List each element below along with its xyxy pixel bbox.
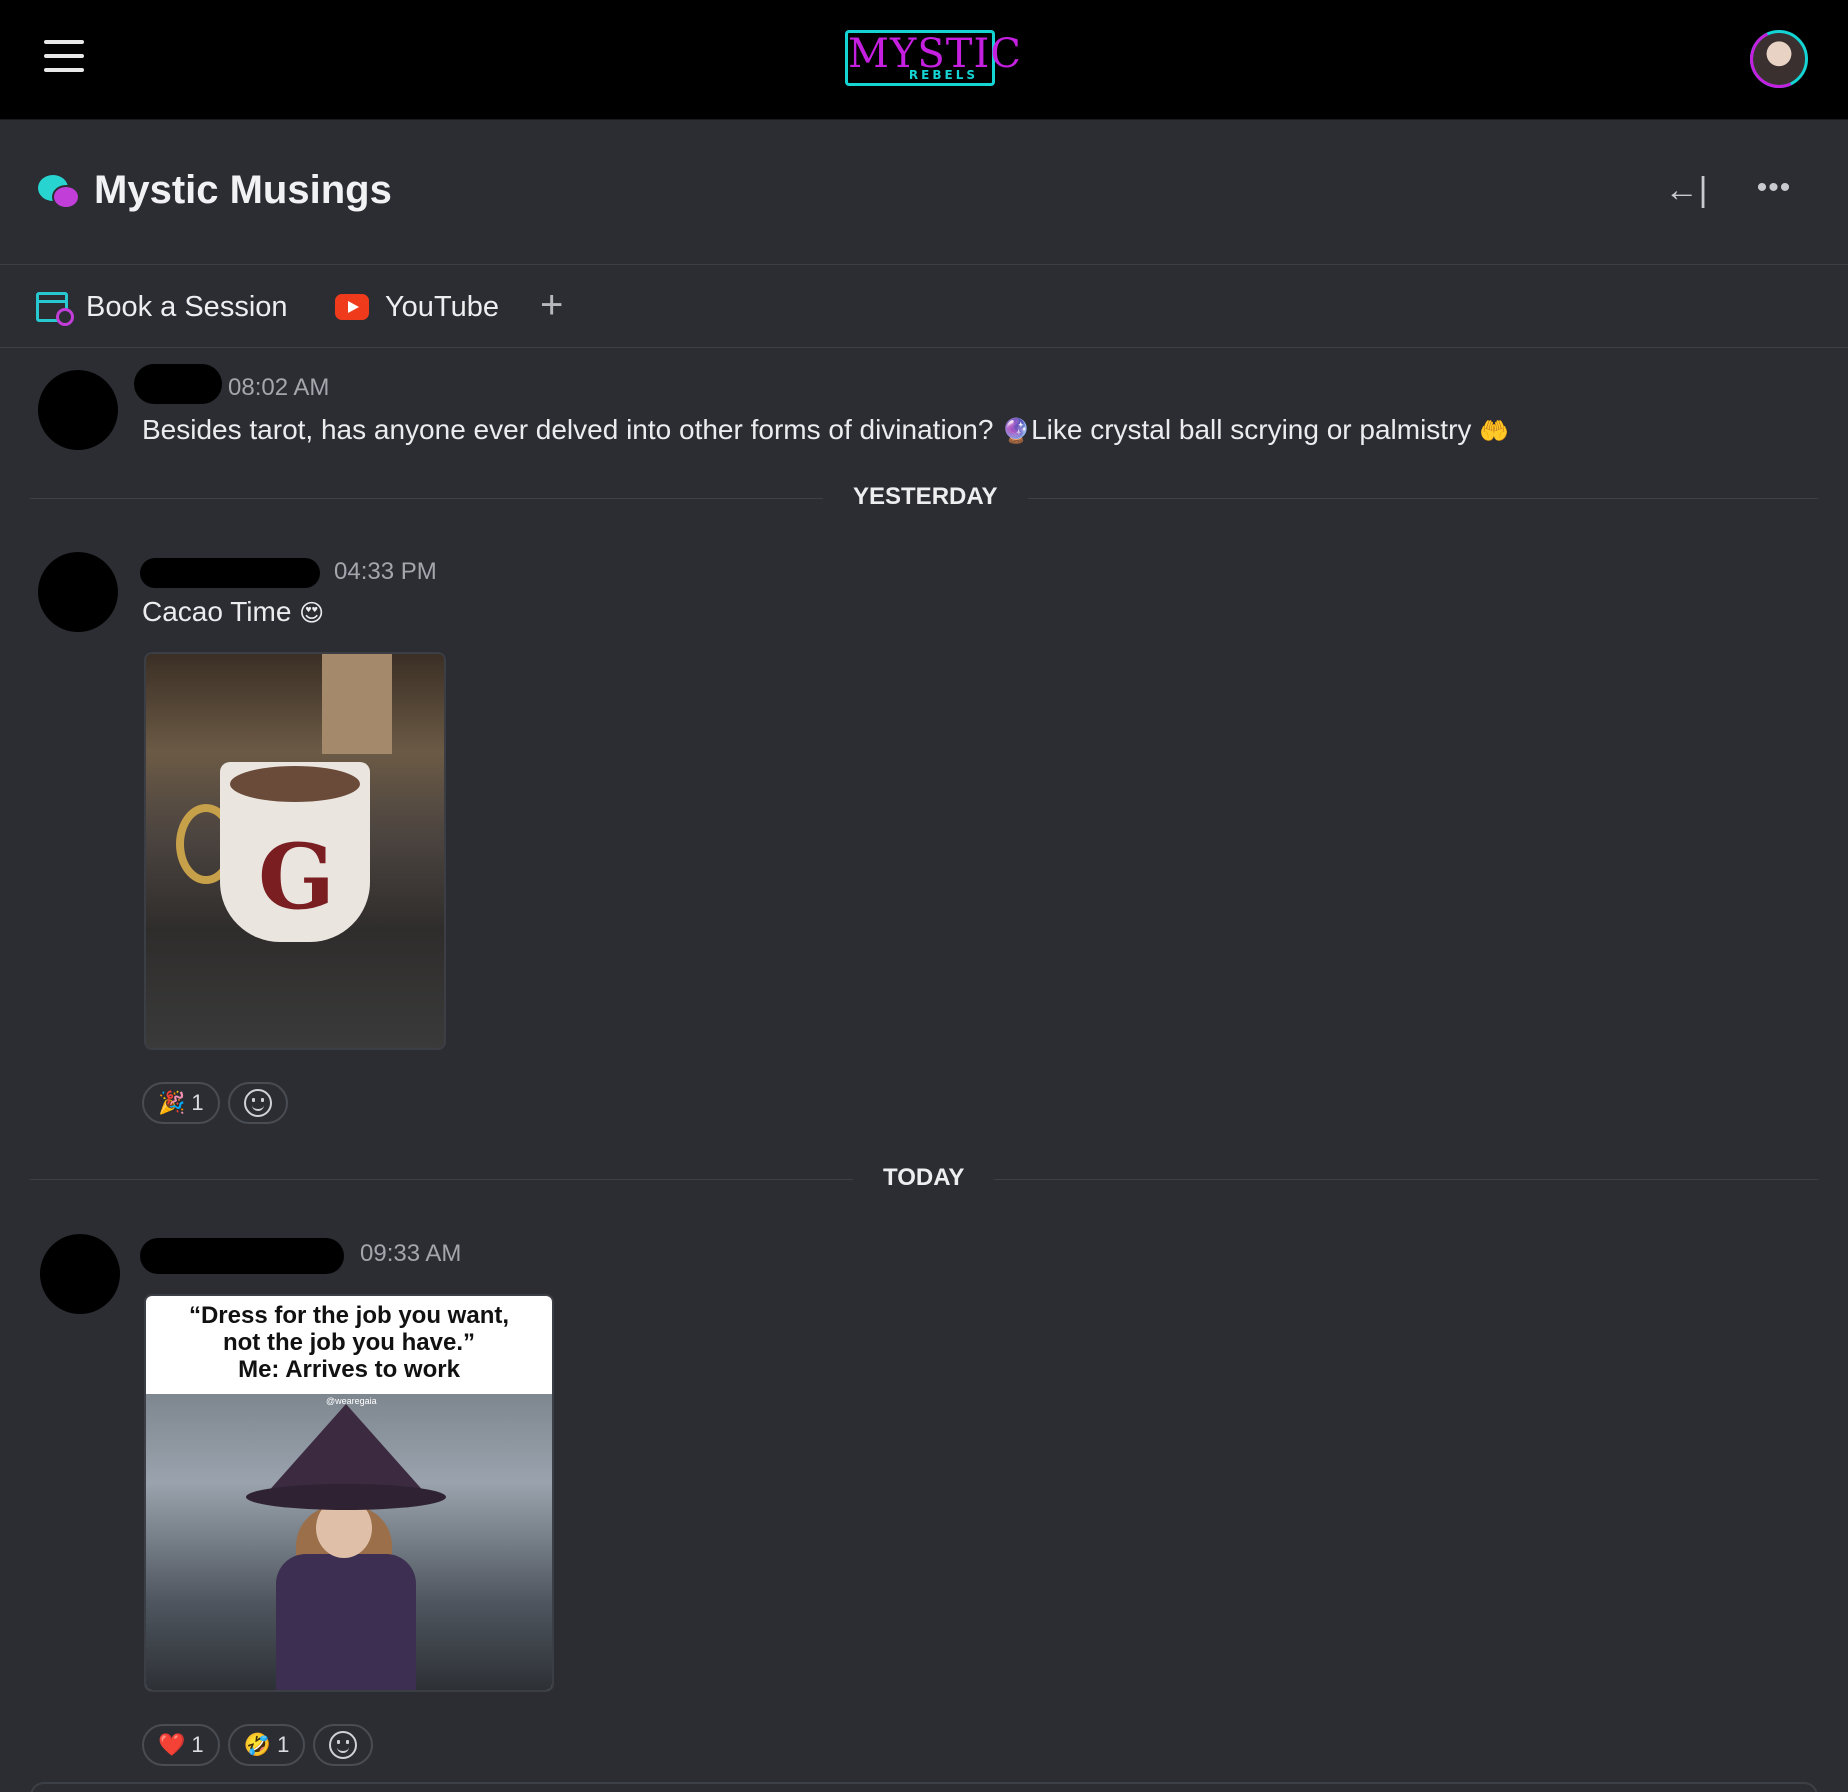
hamburger-menu-icon[interactable] [44, 38, 88, 74]
meme-caption-line: not the job you have.” [222, 1329, 475, 1356]
youtube-icon [335, 294, 369, 320]
channel-title: Mystic Musings [94, 168, 392, 212]
top-bar: MYSTIC REBELS [0, 0, 1848, 120]
add-reaction-button[interactable] [313, 1724, 374, 1766]
channel-header: Mystic Musings ←| ••• [0, 120, 1848, 265]
message-timestamp: 04:33 PM [334, 558, 437, 585]
reaction-heart[interactable]: ❤️ 1 [142, 1724, 220, 1766]
avatar[interactable] [38, 552, 118, 632]
image-attachment-meme[interactable]: “Dress for the job you want, not the job… [144, 1294, 554, 1692]
mystic-rebels-logo[interactable]: MYSTIC REBELS [845, 30, 1021, 86]
message-timestamp: 09:33 AM [360, 1240, 462, 1267]
tab-label: Book a Session [86, 290, 288, 323]
meme-photo: @wearegaia [146, 1394, 552, 1690]
user-avatar[interactable] [1750, 30, 1808, 88]
avatar[interactable] [40, 1234, 120, 1314]
meme-caption-line: Me: Arrives to work [238, 1356, 460, 1383]
channel-tabs: Book a Session YouTube + [0, 265, 1848, 348]
reaction-count: 1 [191, 1090, 204, 1115]
calendar-clock-icon [36, 288, 74, 326]
heart-eyes-emoji: 😍 [299, 600, 325, 627]
tab-label: YouTube [385, 290, 499, 323]
message-text: Besides tarot, has anyone ever delved in… [142, 414, 1509, 446]
image-attachment-cacao[interactable]: G [144, 652, 446, 1050]
tab-youtube[interactable]: YouTube [335, 287, 499, 327]
red-heart-emoji: ❤️ [158, 1732, 186, 1757]
collapse-panel-button[interactable]: ←| [1664, 170, 1708, 210]
message-text: Cacao Time 😍 [142, 596, 324, 628]
party-popper-emoji: 🎉 [158, 1090, 186, 1115]
reactions-bar: ❤️ 1 🤣 1 [142, 1724, 374, 1766]
reactions-bar: 🎉 1 [142, 1082, 288, 1124]
date-divider-label: TODAY [853, 1164, 995, 1192]
more-options-icon[interactable]: ••• [1754, 170, 1794, 210]
reaction-party[interactable]: 🎉 1 [142, 1082, 220, 1124]
message-timestamp: 08:02 AM [228, 374, 330, 401]
add-reaction-button[interactable] [227, 1082, 288, 1124]
crystal-ball-emoji: 🔮 [1001, 418, 1032, 445]
cacao-mug-photo: G [146, 654, 444, 1048]
chat-bubbles-icon [38, 175, 80, 211]
tab-book-a-session[interactable]: Book a Session [36, 287, 288, 327]
reaction-count: 1 [191, 1732, 204, 1757]
logo-sub-text: REBELS [908, 68, 978, 82]
message-text-part: Like crystal ball scrying or palmistry [1031, 414, 1480, 445]
message-text-part: Besides tarot, has anyone ever delved in… [142, 414, 1002, 445]
meme-caption-line: “Dress for the job you want, [188, 1302, 510, 1329]
message-text-part: Cacao Time [142, 596, 300, 627]
palms-up-emoji: 🤲 [1479, 418, 1510, 445]
date-divider-label: YESTERDAY [823, 483, 1028, 511]
witch-meme-image: “Dress for the job you want, not the job… [146, 1296, 552, 1690]
message-composer[interactable] [30, 1782, 1818, 1792]
author-name-redacted[interactable] [140, 558, 320, 588]
author-name-redacted[interactable] [140, 1238, 344, 1274]
smiley-icon [329, 1731, 358, 1759]
author-name-redacted[interactable] [134, 364, 222, 404]
meme-caption: “Dress for the job you want, not the job… [146, 1296, 552, 1394]
smiley-icon [243, 1089, 272, 1117]
rofl-emoji: 🤣 [243, 1732, 272, 1757]
avatar[interactable] [38, 370, 118, 450]
reaction-rofl[interactable]: 🤣 1 [227, 1724, 306, 1766]
reaction-count: 1 [277, 1732, 290, 1757]
add-tab-button[interactable]: + [540, 283, 563, 327]
